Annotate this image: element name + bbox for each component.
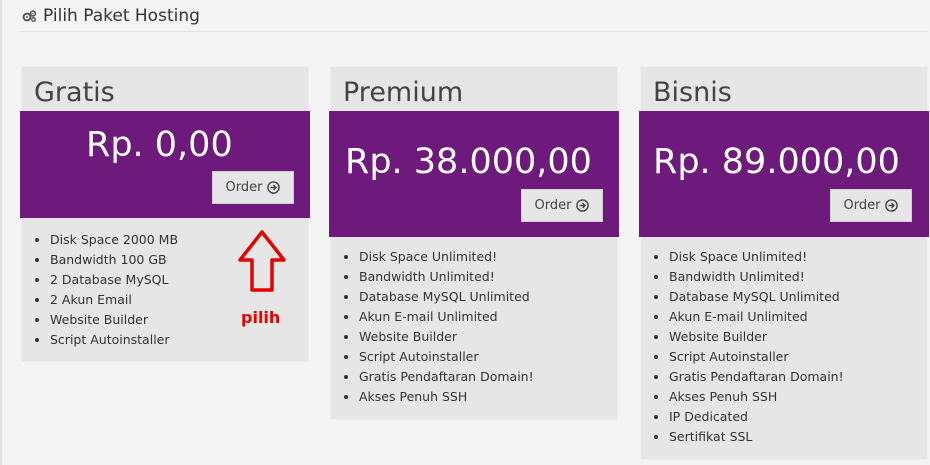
page-title: Pilih Paket Hosting <box>43 6 200 26</box>
list-item: Script Autoinstaller <box>669 347 844 367</box>
order-label: Order <box>843 198 881 213</box>
package-name: Bisnis <box>653 77 732 108</box>
feature-list: Disk Space 2000 MB Bandwidth 100 GB 2 Da… <box>22 230 178 350</box>
list-item: Website Builder <box>669 327 844 347</box>
list-item: Disk Space Unlimited! <box>669 247 844 267</box>
list-item: Disk Space Unlimited! <box>359 247 534 267</box>
price-band: Rp. 38.000,00 Order <box>329 111 619 237</box>
list-item: Akses Penuh SSH <box>669 387 844 407</box>
list-item: Website Builder <box>359 327 534 347</box>
list-item: Bandwidth Unlimited! <box>359 267 534 287</box>
price-band: Rp. 0,00 Order <box>20 111 310 218</box>
list-item: 2 Database MySQL <box>50 270 178 290</box>
list-item: Database MySQL Unlimited <box>359 287 534 307</box>
list-item: IP Dedicated <box>669 407 844 427</box>
package-price: Rp. 89.000,00 <box>653 142 900 182</box>
price-band: Rp. 89.000,00 Order <box>639 111 929 237</box>
gears-icon <box>22 10 37 22</box>
feature-list: Disk Space Unlimited! Bandwidth Unlimite… <box>331 247 534 407</box>
list-item: 2 Akun Email <box>50 290 178 310</box>
header-divider <box>20 31 928 32</box>
package-price: Rp. 38.000,00 <box>345 142 592 182</box>
package-card-bisnis: Bisnis Rp. 89.000,00 Order Disk Space Un… <box>639 67 929 459</box>
order-label: Order <box>225 180 263 195</box>
list-item: Script Autoinstaller <box>50 330 178 350</box>
page-header: Pilih Paket Hosting <box>22 4 200 28</box>
list-item: Bandwidth Unlimited! <box>669 267 844 287</box>
list-item: Akun E-mail Unlimited <box>359 307 534 327</box>
package-card-premium: Premium Rp. 38.000,00 Order Disk Space U… <box>329 67 619 419</box>
feature-list: Disk Space Unlimited! Bandwidth Unlimite… <box>641 247 844 447</box>
order-label: Order <box>534 198 572 213</box>
list-item: Bandwidth 100 GB <box>50 250 178 270</box>
list-item: Gratis Pendaftaran Domain! <box>669 367 844 387</box>
list-item: Akses Penuh SSH <box>359 387 534 407</box>
order-button[interactable]: Order <box>830 189 912 222</box>
list-item: Akun E-mail Unlimited <box>669 307 844 327</box>
list-item: Sertifikat SSL <box>669 427 844 447</box>
package-price: Rp. 0,00 <box>86 125 233 165</box>
arrow-right-circle-icon <box>885 199 899 212</box>
package-name: Premium <box>343 77 464 108</box>
list-item: Website Builder <box>50 310 178 330</box>
list-item: Database MySQL Unlimited <box>669 287 844 307</box>
list-item: Script Autoinstaller <box>359 347 534 367</box>
left-border <box>0 0 2 465</box>
list-item: Gratis Pendaftaran Domain! <box>359 367 534 387</box>
package-name: Gratis <box>34 77 115 108</box>
arrow-right-circle-icon <box>267 181 281 194</box>
order-button[interactable]: Order <box>521 189 603 222</box>
order-button[interactable]: Order <box>212 171 294 204</box>
annotation-label: pilih <box>241 308 281 327</box>
list-item: Disk Space 2000 MB <box>50 230 178 250</box>
arrow-right-circle-icon <box>576 199 590 212</box>
